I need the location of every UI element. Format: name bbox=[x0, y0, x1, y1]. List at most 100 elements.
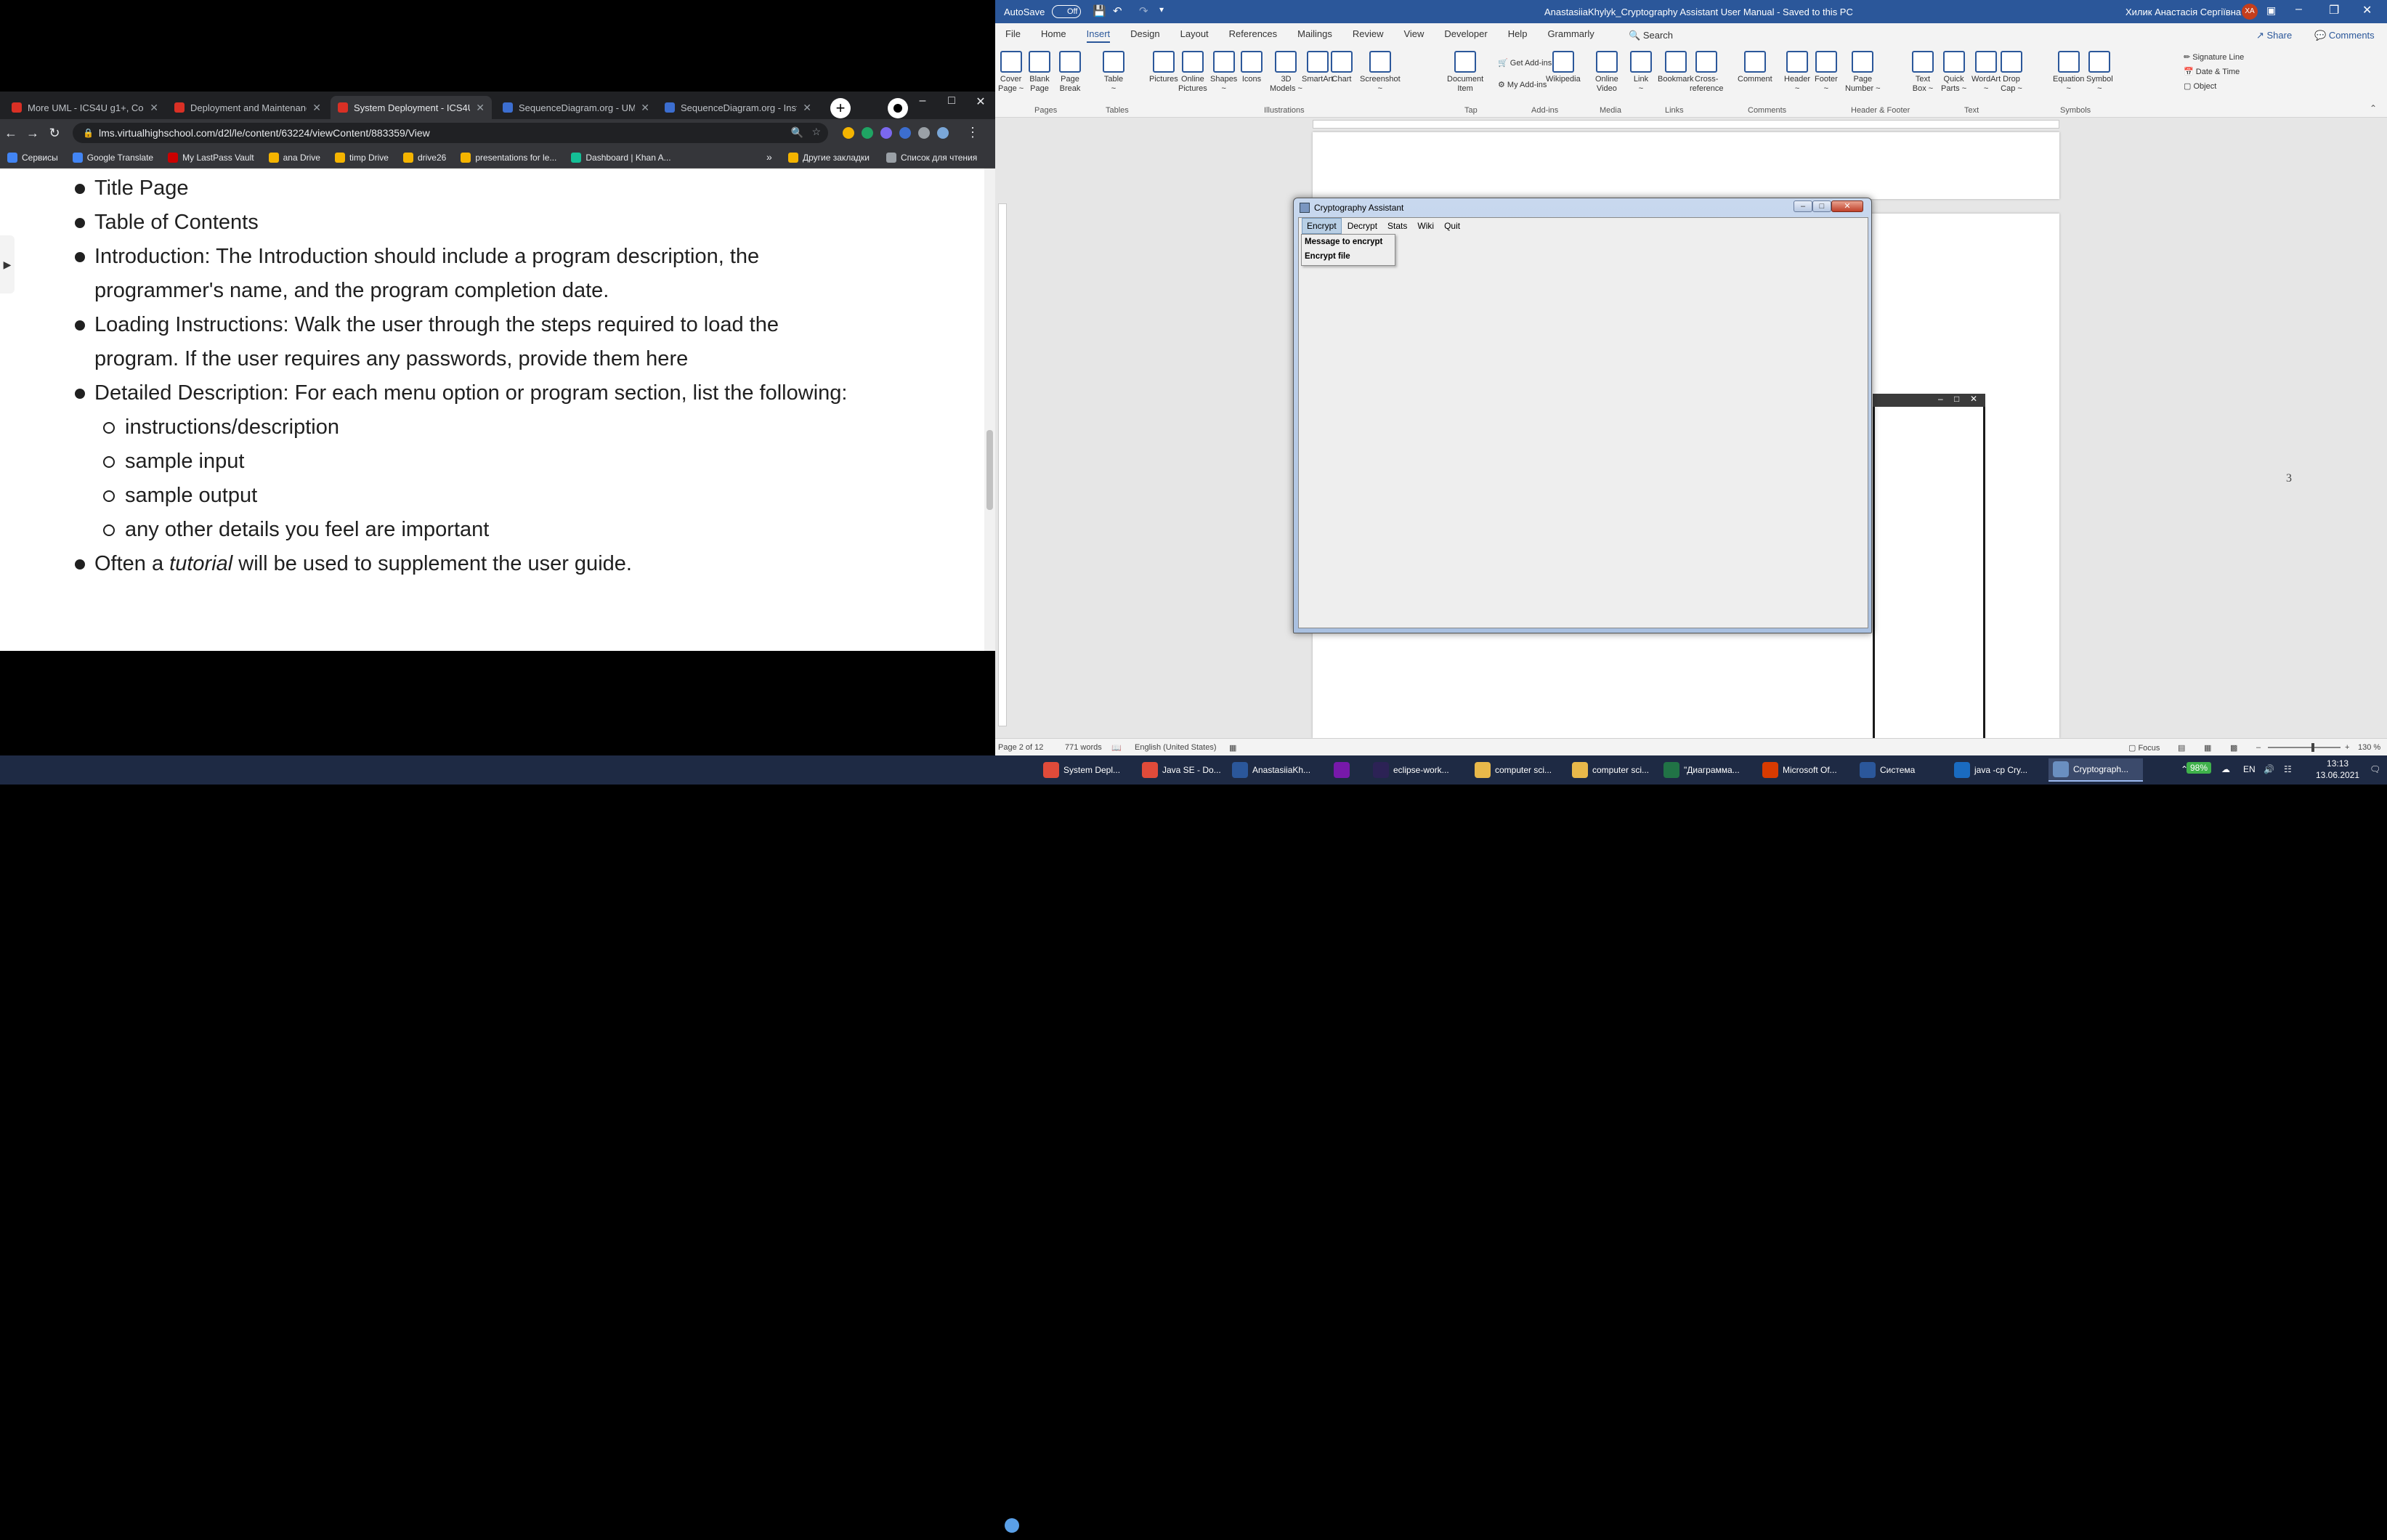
ribbon-button[interactable]: Online Video bbox=[1595, 51, 1618, 94]
reload-icon[interactable]: ↻ bbox=[44, 126, 65, 141]
bookmark-item[interactable]: Сервисы bbox=[7, 152, 58, 163]
bookmarks-more-button[interactable]: » bbox=[766, 151, 772, 163]
ribbon-button[interactable]: Shapes ~ bbox=[1210, 51, 1237, 94]
taskbar-item[interactable]: System Depl... bbox=[1039, 758, 1133, 782]
bookmark-item[interactable]: Dashboard | Khan A... bbox=[571, 152, 671, 163]
collapse-ribbon-icon[interactable]: ⌃ bbox=[2370, 103, 2377, 113]
zoom-out-icon[interactable]: – bbox=[2256, 743, 2261, 752]
dropdown-item[interactable]: Message to encrypt bbox=[1305, 238, 1382, 246]
taskbar-item[interactable]: computer sci... bbox=[1568, 758, 1655, 782]
word-tab[interactable]: Design bbox=[1130, 28, 1159, 43]
taskbar-item[interactable] bbox=[1329, 758, 1364, 782]
ribbon-button[interactable]: Symbol ~ bbox=[2086, 51, 2113, 94]
zoom-slider[interactable] bbox=[2268, 743, 2341, 752]
ribbon-button[interactable]: Table ~ bbox=[1103, 51, 1124, 94]
taskbar-item[interactable]: java -cp Cry... bbox=[1950, 758, 2043, 782]
page-scrollbar[interactable] bbox=[984, 169, 995, 651]
accessibility-icon[interactable]: ▦ bbox=[1229, 743, 1236, 753]
focus-button[interactable]: ▢ Focus bbox=[2128, 743, 2160, 753]
bookmark-item[interactable]: presentations for le... bbox=[461, 152, 556, 163]
word-tab[interactable]: Layout bbox=[1180, 28, 1209, 43]
ribbon-button[interactable]: Bookmark bbox=[1658, 51, 1694, 84]
word-tab[interactable]: Home bbox=[1041, 28, 1066, 43]
app-menu-encrypt[interactable]: Encrypt bbox=[1302, 218, 1342, 234]
side-panel-toggle[interactable]: ▶ bbox=[0, 235, 15, 293]
taskbar-item[interactable]: Microsoft Of... bbox=[1758, 758, 1851, 782]
ribbon-button[interactable]: 3D Models ~ bbox=[1270, 51, 1302, 94]
get-addins-button[interactable]: 🛒 Get Add-ins bbox=[1498, 58, 1552, 68]
back-icon[interactable]: ← bbox=[0, 126, 22, 141]
extension-icon[interactable] bbox=[899, 127, 911, 139]
forward-icon[interactable]: → bbox=[22, 126, 44, 141]
print-layout-icon[interactable]: ▦ bbox=[2204, 743, 2211, 753]
battery-indicator[interactable]: 98% bbox=[2187, 762, 2212, 774]
document-page[interactable] bbox=[1313, 132, 2059, 199]
address-bar[interactable]: 🔒 lms.virtualhighschool.com/d2l/le/conte… bbox=[73, 123, 828, 143]
tab-close-icon[interactable]: ✕ bbox=[312, 102, 321, 114]
browser-tab[interactable]: SequenceDiagram.org - UML ✕ bbox=[495, 96, 657, 119]
bookmark-item[interactable]: timp Drive bbox=[334, 152, 389, 163]
tab-close-icon[interactable]: ✕ bbox=[641, 102, 649, 114]
taskbar-item[interactable]: Java SE - Do... bbox=[1138, 758, 1223, 782]
taskbar-item[interactable]: eclipse-work... bbox=[1369, 758, 1466, 782]
word-tab[interactable]: Review bbox=[1353, 28, 1384, 43]
menu-dots-icon[interactable]: ⋮ bbox=[966, 125, 979, 140]
date-time-button[interactable]: 📅 Date & Time bbox=[2184, 67, 2240, 76]
browser-tab[interactable]: Deployment and Maintenance ✕ bbox=[167, 96, 328, 119]
extension-icon[interactable] bbox=[862, 127, 873, 139]
taskbar-item[interactable]: computer sci... bbox=[1470, 758, 1563, 782]
language[interactable]: English (United States) bbox=[1135, 743, 1217, 752]
my-addins-button[interactable]: ⚙ My Add-ins bbox=[1498, 80, 1547, 89]
close-button[interactable]: ✕ bbox=[1831, 200, 1863, 212]
profile-avatar[interactable] bbox=[937, 127, 949, 139]
word-tab[interactable]: View bbox=[1403, 28, 1424, 43]
user-avatar[interactable]: ХА bbox=[2242, 4, 2258, 20]
restore-icon[interactable]: ❐ bbox=[2329, 3, 2339, 17]
object-button[interactable]: ▢ Object bbox=[2184, 81, 2216, 91]
ribbon-button[interactable]: Header ~ bbox=[1784, 51, 1810, 94]
ribbon-button[interactable]: WordArt ~ bbox=[1971, 51, 2001, 94]
minimize-icon[interactable]: – bbox=[908, 94, 937, 108]
customize-qat-icon[interactable]: ▾ bbox=[1159, 4, 1164, 15]
word-tab[interactable]: Help bbox=[1508, 28, 1528, 43]
ribbon-display-icon[interactable]: ▣ bbox=[2266, 4, 2276, 17]
save-icon[interactable]: 💾 bbox=[1093, 4, 1106, 17]
ribbon-button[interactable]: Page Break bbox=[1059, 51, 1081, 94]
ribbon-button[interactable]: SmartArt bbox=[1302, 51, 1333, 84]
ribbon-button[interactable]: Pictures bbox=[1149, 51, 1178, 84]
comments-button[interactable]: 💬 Comments bbox=[2314, 30, 2375, 41]
puzzle-icon[interactable] bbox=[918, 127, 930, 139]
ribbon-button[interactable]: Document Item bbox=[1447, 51, 1483, 94]
maximize-icon[interactable]: □ bbox=[1954, 394, 1959, 404]
close-icon[interactable]: ✕ bbox=[1970, 394, 1977, 404]
ribbon-button[interactable]: Icons bbox=[1241, 51, 1263, 84]
word-tab[interactable]: Grammarly bbox=[1547, 28, 1594, 43]
tab-close-icon[interactable]: ✕ bbox=[150, 102, 158, 114]
maximize-button[interactable]: □ bbox=[1812, 200, 1831, 212]
notifications-icon[interactable]: 🗨 bbox=[2370, 764, 2380, 774]
start-button[interactable] bbox=[995, 1511, 1029, 1540]
other-bookmarks[interactable]: Другие закладки bbox=[788, 153, 870, 163]
extension-icon[interactable] bbox=[843, 127, 854, 139]
page-count[interactable]: Page 2 of 12 bbox=[998, 743, 1043, 752]
share-button[interactable]: ↗ Share bbox=[2256, 30, 2292, 41]
taskbar-item[interactable]: Система bbox=[1855, 758, 1945, 782]
ribbon-button[interactable]: Screenshot ~ bbox=[1360, 51, 1401, 94]
bookmark-item[interactable]: ana Drive bbox=[268, 152, 320, 163]
word-tab[interactable]: Mailings bbox=[1297, 28, 1332, 43]
word-count[interactable]: 771 words bbox=[1065, 743, 1102, 752]
network-icon[interactable]: ☁ bbox=[2221, 764, 2230, 774]
zoom-level[interactable]: 130 % bbox=[2358, 743, 2380, 752]
word-tab[interactable]: File bbox=[1005, 28, 1021, 43]
web-layout-icon[interactable]: ▩ bbox=[2230, 743, 2237, 753]
close-icon[interactable]: ✕ bbox=[966, 94, 995, 109]
ribbon-button[interactable]: Quick Parts ~ bbox=[1941, 51, 1966, 94]
close-icon[interactable]: ✕ bbox=[2362, 3, 2372, 17]
user-name[interactable]: Хилик Анастасія Сергіївна bbox=[2125, 7, 2241, 17]
read-mode-icon[interactable]: ▤ bbox=[2178, 743, 2185, 753]
ribbon-button[interactable]: Comment bbox=[1738, 51, 1772, 84]
wifi-icon[interactable]: ☷ bbox=[2284, 764, 2292, 774]
app-menu-wiki[interactable]: Wiki bbox=[1413, 219, 1438, 233]
minimize-icon[interactable]: – bbox=[2295, 3, 2302, 16]
app-menu-decrypt[interactable]: Decrypt bbox=[1343, 219, 1382, 233]
